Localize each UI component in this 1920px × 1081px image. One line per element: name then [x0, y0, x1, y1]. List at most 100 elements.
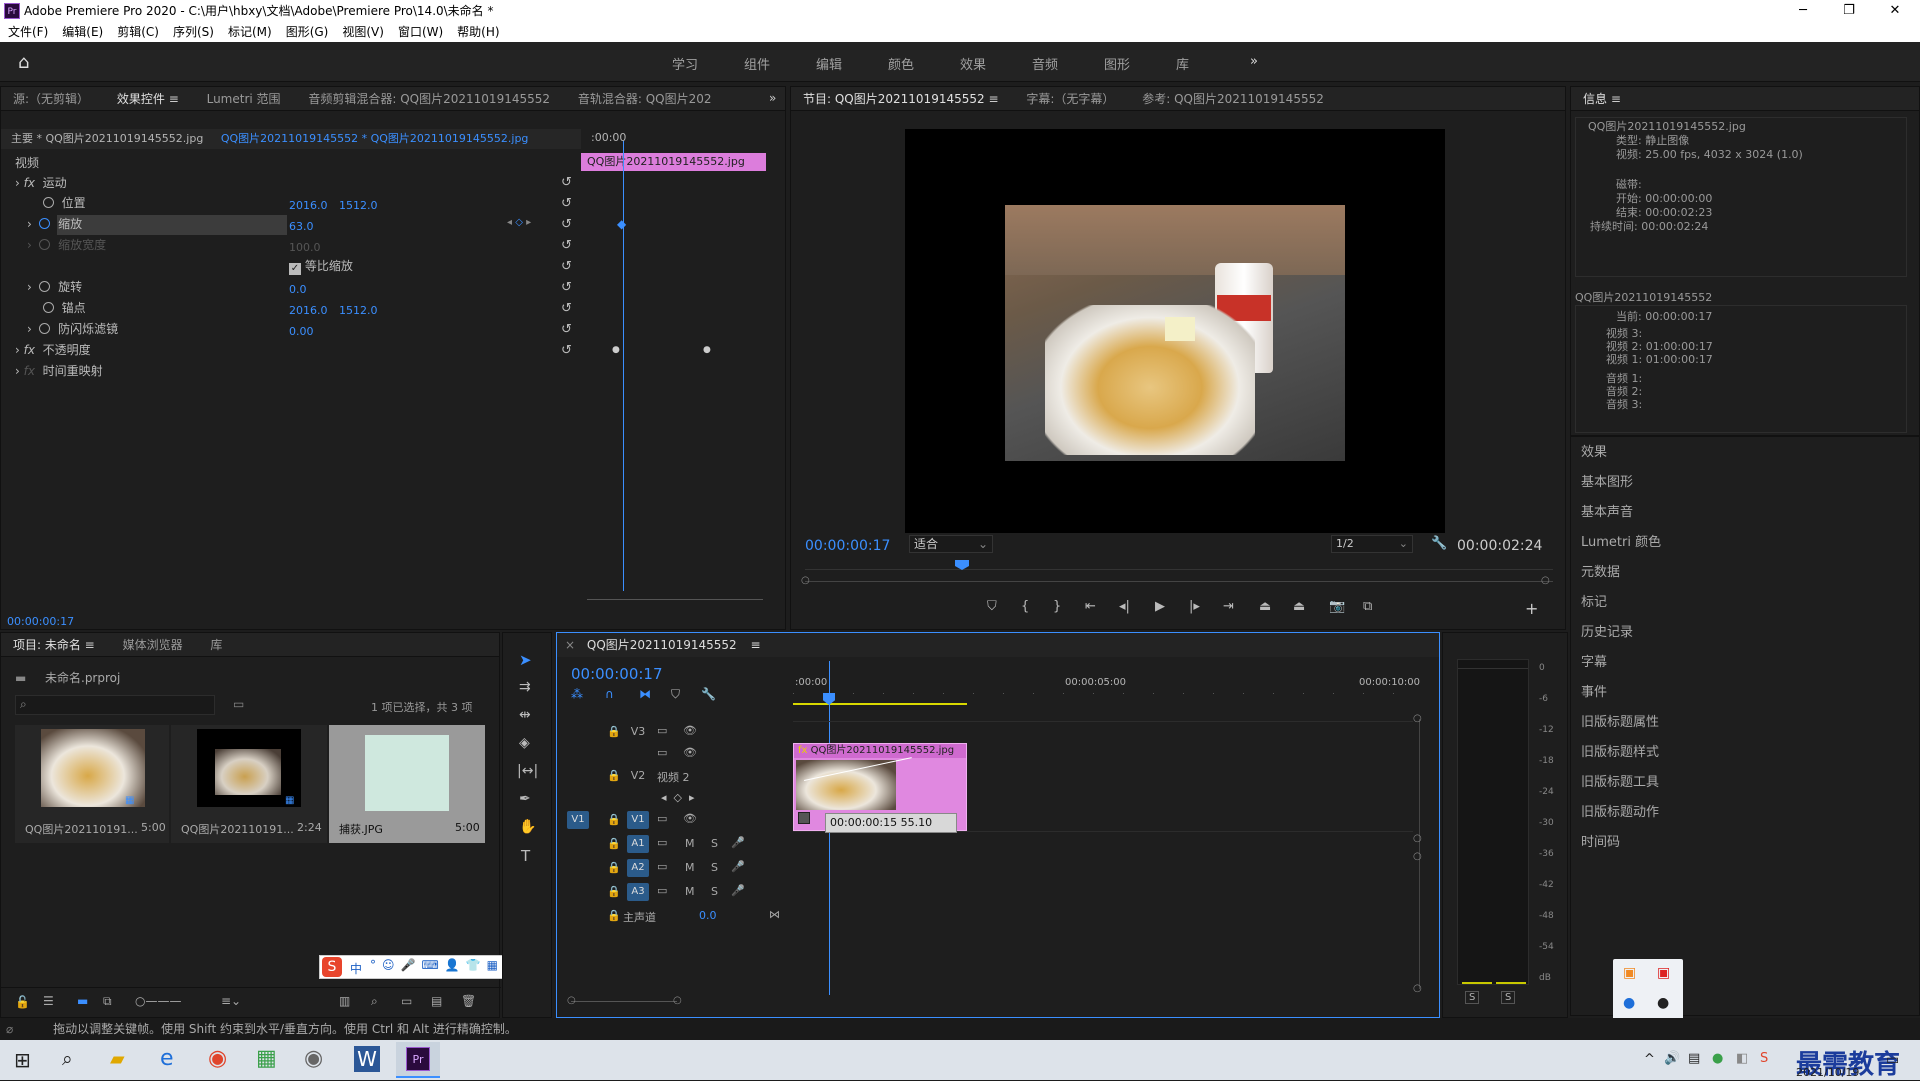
motion-row[interactable]: › fx 运动 — [15, 173, 575, 194]
settings-wrench-icon[interactable]: 🔧 — [701, 687, 716, 701]
anchor-y-value[interactable]: 1512.0 — [339, 304, 378, 317]
panel-history[interactable]: 历史记录 — [1581, 621, 1633, 641]
pen-tool-icon[interactable]: ✒ — [519, 791, 531, 807]
panel-lumetri-color[interactable]: Lumetri 颜色 — [1581, 531, 1661, 551]
track-label[interactable]: V1 — [627, 811, 649, 829]
mic-icon[interactable]: 🎤 — [731, 884, 745, 897]
maximize-button[interactable]: ❐ — [1826, 0, 1872, 22]
tray-app-icon[interactable]: ● — [1623, 995, 1635, 1011]
menu-edit[interactable]: 编辑(E) — [62, 25, 103, 39]
find-icon[interactable]: ⌕ — [371, 994, 378, 1009]
step-back-icon[interactable]: ◂| — [1119, 599, 1130, 614]
panel-legacy-title-properties[interactable]: 旧版标题属性 — [1581, 711, 1659, 731]
lock-icon[interactable]: 🔒 — [607, 909, 621, 922]
tab-audio-clip-mixer[interactable]: 音频剪辑混合器: QQ图片20211019145552 — [308, 92, 550, 106]
work-area-bar[interactable] — [793, 703, 967, 705]
nest-icon[interactable]: ⁂ — [571, 687, 583, 701]
project-search-input[interactable]: ⌕ — [15, 695, 215, 715]
tab-lumetri-scopes[interactable]: Lumetri 范围 — [207, 92, 281, 106]
anchor-x-value[interactable]: 2016.0 — [289, 304, 328, 317]
new-bin-icon[interactable]: ▭ — [401, 994, 412, 1008]
uniform-scale-row[interactable]: ✓ 等比缩放 — [289, 256, 353, 277]
timeline-timecode[interactable]: 00:00:00:17 — [571, 665, 663, 683]
sync-icon[interactable]: ▭ — [657, 724, 667, 737]
list-view-icon[interactable]: ☰ — [43, 994, 54, 1008]
hand-tool-icon[interactable]: ✋ — [519, 819, 536, 835]
go-to-out-icon[interactable]: ⇥ — [1223, 599, 1234, 614]
rotation-value[interactable]: 0.0 — [289, 283, 307, 296]
menu-help[interactable]: 帮助(H) — [457, 25, 499, 39]
more-workspaces-icon[interactable]: » — [1250, 54, 1258, 69]
penguin-icon[interactable]: ● — [1657, 995, 1669, 1011]
stopwatch-icon[interactable] — [39, 281, 51, 292]
timeline-zoom-scrollbar[interactable] — [571, 1001, 677, 1002]
compare-icon[interactable]: ⧉ — [1363, 599, 1372, 614]
flicker-value[interactable]: 0.00 — [289, 325, 314, 338]
notifications-icon[interactable]: ▭ — [1886, 1052, 1899, 1068]
panel-timecode[interactable]: 时间码 — [1581, 831, 1620, 851]
reset-icon[interactable]: ↺ — [561, 259, 572, 274]
track-label[interactable]: A3 — [627, 883, 649, 901]
program-viewer[interactable] — [905, 129, 1445, 533]
panel-markers[interactable]: 标记 — [1581, 591, 1607, 611]
icon-view-icon[interactable]: ▬ — [77, 994, 88, 1008]
step-forward-icon[interactable]: |▸ — [1189, 599, 1200, 614]
track-select-tool-icon[interactable]: ⇉ — [519, 679, 531, 695]
sync-icon[interactable]: ▭ — [657, 746, 667, 759]
lock-icon[interactable]: 🔒 — [607, 769, 621, 782]
workspace-graphics[interactable]: 图形 — [1104, 54, 1130, 73]
ime-tool-icons[interactable]: °☺🎤⌨👤👕▦ — [370, 958, 504, 972]
checkbox-icon[interactable]: ✓ — [289, 263, 301, 275]
tray-app-icon[interactable]: ▣ — [1657, 965, 1670, 981]
tab-project[interactable]: 项目: 未命名 — [13, 638, 95, 652]
quality-dropdown[interactable]: 1/2 ⌄ — [1331, 535, 1413, 553]
new-item-icon[interactable]: ▤ — [431, 994, 442, 1008]
eye-icon[interactable]: 👁 — [683, 746, 697, 759]
camera-icon[interactable]: 📷 — [1329, 599, 1345, 614]
selection-tool-icon[interactable]: ➤ — [519, 651, 532, 669]
type-tool-icon[interactable]: T — [521, 847, 530, 865]
slip-tool-icon[interactable]: |↔| — [517, 763, 538, 779]
stopwatch-icon[interactable] — [43, 302, 54, 313]
menu-marker[interactable]: 标记(M) — [228, 25, 272, 39]
project-item-selected[interactable]: 捕获.JPG 5:00 — [329, 725, 485, 843]
mute-button[interactable]: M — [685, 861, 695, 874]
project-item[interactable]: ▦ QQ图片202110191... 2:24 — [171, 725, 327, 843]
reset-icon[interactable]: ↺ — [561, 343, 572, 358]
reset-icon[interactable]: ↺ — [561, 238, 572, 253]
close-icon[interactable]: × — [565, 638, 575, 652]
lock-icon[interactable]: 🔒 — [607, 837, 621, 850]
mark-in-icon[interactable]: { — [1021, 599, 1029, 614]
eye-icon[interactable]: 👁 — [683, 724, 697, 737]
tab-media-browser[interactable]: 媒体浏览器 — [123, 638, 183, 652]
razor-tool-icon[interactable]: ◈ — [519, 735, 530, 751]
solo-left-button[interactable]: S — [1465, 991, 1480, 1004]
panel-menu-icon[interactable]: ≡ — [751, 638, 761, 652]
home-icon[interactable]: ⌂ — [18, 52, 29, 73]
rotation-row[interactable]: › 旋转 — [27, 277, 82, 298]
mic-icon[interactable]: 🎤 — [731, 836, 745, 849]
new-bin-icon[interactable]: ▭ — [233, 697, 244, 711]
panel-essential-graphics[interactable]: 基本图形 — [1581, 471, 1633, 491]
tab-source[interactable]: 源:（无剪辑） — [13, 92, 89, 106]
stopwatch-icon[interactable] — [39, 218, 51, 229]
reset-icon[interactable]: ↺ — [561, 280, 572, 295]
solo-right-button[interactable]: S — [1501, 991, 1516, 1004]
tray-app-icon[interactable]: ◧ — [1736, 1051, 1748, 1066]
eye-icon[interactable]: 👁 — [683, 812, 697, 825]
menu-sequence[interactable]: 序列(S) — [173, 25, 214, 39]
panel-metadata[interactable]: 元数据 — [1581, 561, 1620, 581]
stopwatch-icon[interactable] — [43, 197, 54, 208]
scale-value[interactable]: 63.0 — [289, 220, 314, 233]
tab-captions[interactable]: 字幕:（无字幕） — [1026, 92, 1114, 106]
lift-icon[interactable]: ⏏ — [1259, 599, 1271, 614]
add-marker-icon[interactable]: ⛉ — [987, 599, 997, 614]
position-y-value[interactable]: 1512.0 — [339, 199, 378, 212]
menu-view[interactable]: 视图(V) — [342, 25, 384, 39]
timeline-ruler[interactable]: :00:00 00:00:05:00 00:00:10:00 — [793, 673, 1420, 705]
add-marker-icon[interactable]: ⛉ — [671, 687, 680, 702]
mute-button[interactable]: M — [685, 885, 695, 898]
go-to-in-icon[interactable]: ⇤ — [1085, 599, 1096, 614]
panel-overflow-icon[interactable]: » — [769, 91, 776, 105]
position-x-value[interactable]: 2016.0 — [289, 199, 328, 212]
